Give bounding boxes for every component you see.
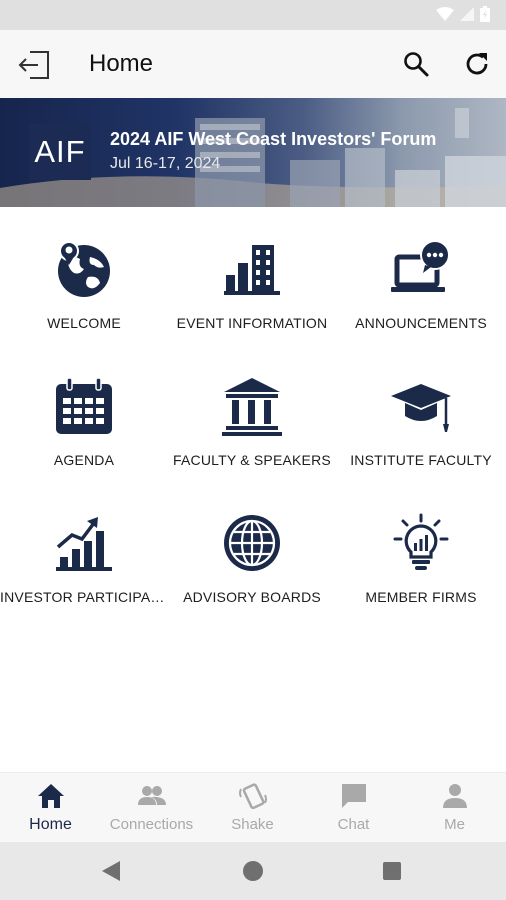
laptop-chat-icon [391, 240, 450, 292]
tile-label: INVESTOR PARTICIPANTS [0, 589, 168, 605]
page-title: Home [89, 50, 154, 77]
tile-label: INSTITUTE FACULTY [350, 452, 492, 468]
event-title: 2024 AIF West Coast Investors' Forum [110, 129, 437, 149]
status-icons [436, 6, 490, 22]
home-icon [38, 784, 64, 808]
shake-phone-icon [239, 783, 267, 810]
tile-label: FACULTY & SPEAKERS [173, 452, 331, 468]
tile-institute-faculty[interactable]: INSTITUTE FACULTY [337, 344, 505, 469]
nav-home[interactable]: Home [0, 773, 101, 843]
tile-faculty-speakers[interactable]: FACULTY & SPEAKERS [168, 344, 336, 469]
nav-label: Connections [109, 816, 194, 833]
institution-icon [222, 378, 282, 436]
event-banner[interactable]: AIF 2024 AIF West Coast Investors' Forum… [0, 98, 506, 207]
tile-label: ADVISORY BOARDS [183, 589, 321, 605]
nav-me[interactable]: Me [404, 773, 505, 843]
tile-label: ANNOUNCEMENTS [355, 315, 487, 331]
signal-icon [460, 7, 474, 21]
aif-logo: AIF [29, 124, 91, 180]
nav-connections[interactable]: Connections [101, 773, 202, 843]
chat-icon [342, 784, 366, 808]
tile-event-information[interactable]: EVENT INFORMATION [168, 207, 336, 332]
back-icon[interactable] [101, 860, 121, 882]
tile-label: MEMBER FIRMS [365, 589, 477, 605]
tile-announcements[interactable]: ANNOUNCEMENTS [337, 207, 505, 332]
tile-label: AGENDA [53, 452, 115, 468]
tile-member-firms[interactable]: MEMBER FIRMS [337, 481, 505, 606]
nav-label: Shake [231, 816, 274, 833]
search-button[interactable] [402, 50, 430, 78]
nav-chat[interactable]: Chat [303, 773, 404, 843]
status-bar [0, 0, 506, 30]
refresh-icon [466, 53, 488, 75]
nav-label: Me [444, 816, 465, 833]
graduation-cap-icon [391, 384, 451, 432]
nav-label: Chat [337, 816, 370, 833]
exit-button[interactable] [18, 48, 52, 82]
city-buildings-icon [224, 245, 280, 295]
search-icon [404, 52, 429, 77]
lightbulb-chart-icon [393, 513, 449, 570]
tile-label: WELCOME [47, 315, 121, 331]
system-nav-bar [0, 842, 506, 900]
exit-icon [18, 51, 49, 79]
tile-agenda[interactable]: AGENDA [0, 344, 168, 469]
event-dates: Jul 16-17, 2024 [110, 155, 221, 172]
battery-icon [480, 6, 490, 22]
tile-investor-participants[interactable]: INVESTOR PARTICIPANTS [0, 481, 168, 606]
tile-label: EVENT INFORMATION [176, 315, 328, 331]
tile-welcome[interactable]: WELCOME [0, 207, 168, 332]
refresh-button[interactable] [463, 50, 491, 78]
people-icon [138, 786, 166, 805]
nav-label: Home [29, 816, 72, 833]
home-circle-icon[interactable] [243, 861, 263, 881]
calendar-icon [56, 377, 112, 434]
bottom-nav: Home Connections Shake Chat Me [0, 772, 506, 842]
person-icon [443, 784, 467, 808]
globe-pin-icon [58, 241, 110, 297]
nav-shake[interactable]: Shake [202, 773, 303, 843]
globe-icon [224, 515, 280, 571]
app-bar: Home [0, 30, 506, 98]
growth-chart-icon [56, 517, 112, 571]
wifi-icon [436, 7, 454, 21]
recents-square-icon[interactable] [383, 862, 401, 880]
tile-advisory-boards[interactable]: ADVISORY BOARDS [168, 481, 336, 606]
